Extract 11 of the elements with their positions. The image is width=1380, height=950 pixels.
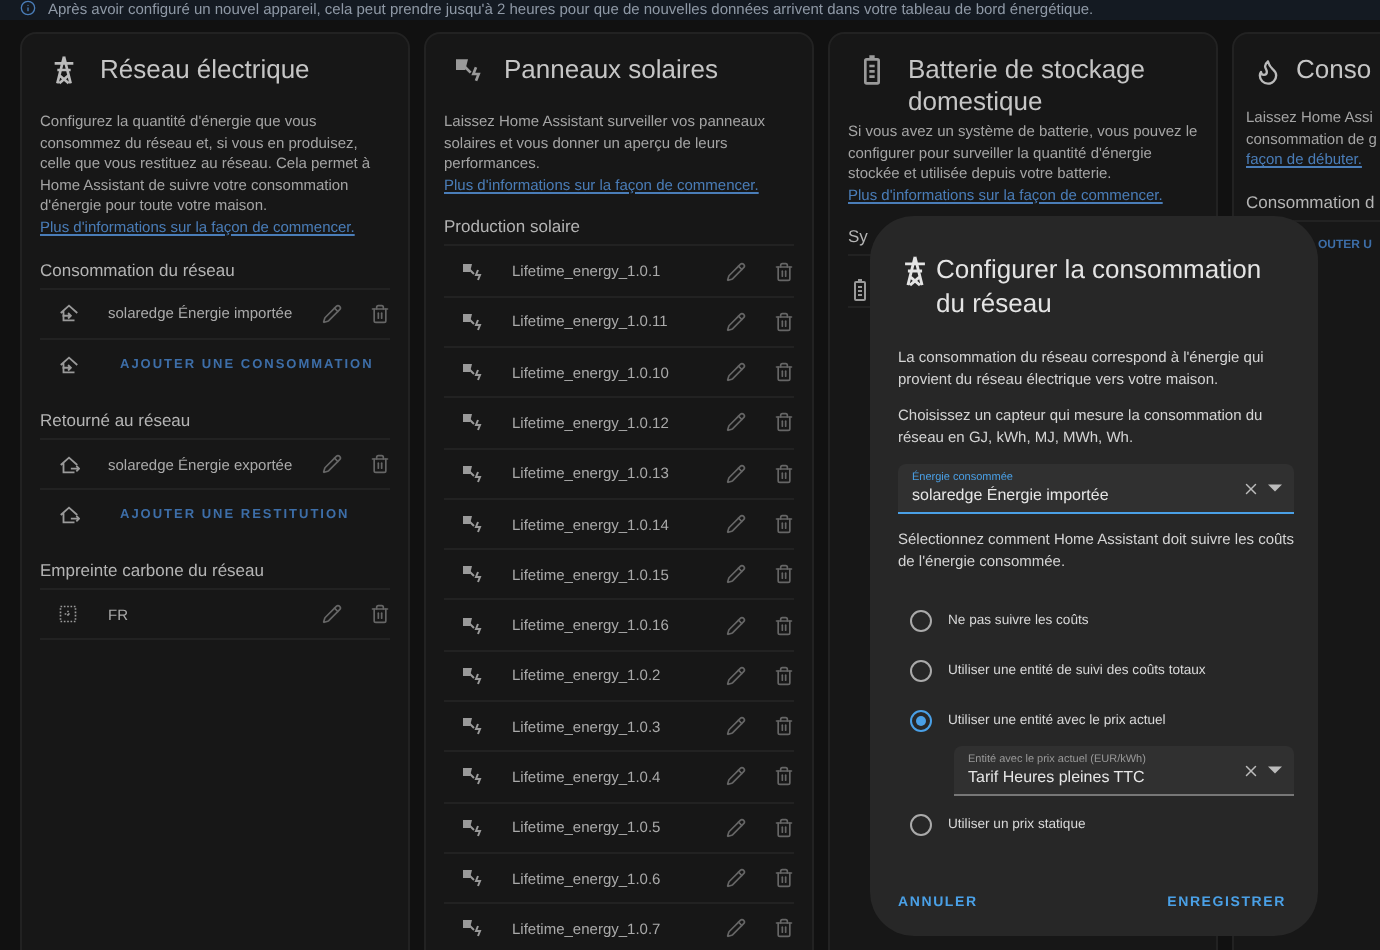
card-title: Conso xyxy=(1296,54,1372,86)
section-title: Consommation du réseau xyxy=(40,239,390,290)
field-value: solaredge Énergie importée xyxy=(912,486,1111,504)
section-title: Empreinte carbone du réseau xyxy=(40,540,390,591)
card-title: Batterie de stockage domestique xyxy=(908,54,1148,118)
section-title: Retourné au réseau xyxy=(40,389,390,440)
card-title: Panneaux solaires xyxy=(504,54,718,86)
field-value: Tarif Heures pleines TTC xyxy=(968,768,1147,786)
section-title: Production solaire xyxy=(444,196,794,247)
card-title: Réseau électrique xyxy=(100,54,310,86)
dialog-title: Configurer la consommation du réseau xyxy=(936,252,1264,320)
